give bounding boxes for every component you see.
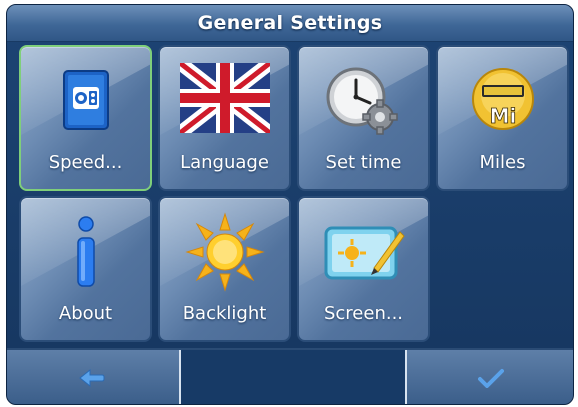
miles-icon-text: Mi [489,104,516,128]
tile-speed[interactable]: Speed... [19,45,152,191]
tile-backlight[interactable]: Backlight [158,196,291,342]
tile-about-label: About [58,303,113,324]
tile-language-label: Language [180,152,269,173]
checkmark-icon [478,369,504,388]
page-title: General Settings [197,12,383,34]
back-button[interactable] [7,350,177,404]
screen-calibrate-icon [324,226,405,280]
speed-camera-icon [62,70,109,130]
back-arrow-icon [79,368,105,388]
clock-gear-icon [326,67,398,135]
settings-window: General Settings Speed... Language Set t… [6,4,574,405]
tile-language[interactable]: Language [158,45,291,191]
confirm-button[interactable] [409,350,573,404]
tile-screen-label: Screen... [323,303,404,324]
odometer-miles-icon: Mi [471,68,534,130]
bottom-bar-center [179,350,407,404]
bottom-bar [7,348,573,404]
title-bar: General Settings [7,5,573,42]
tile-speed-label: Speed... [48,152,123,173]
info-icon [76,216,95,287]
tile-backlight-label: Backlight [182,303,267,324]
tile-set-time[interactable]: Set time [297,45,430,191]
tile-miles-label: Miles [479,152,526,173]
tile-screen[interactable]: Screen... [297,196,430,342]
uk-flag-icon [179,63,270,133]
tile-miles[interactable]: Mi Miles [436,45,569,191]
tile-set-time-label: Set time [325,152,402,173]
sun-icon [184,212,265,292]
tile-about[interactable]: About [19,196,152,342]
